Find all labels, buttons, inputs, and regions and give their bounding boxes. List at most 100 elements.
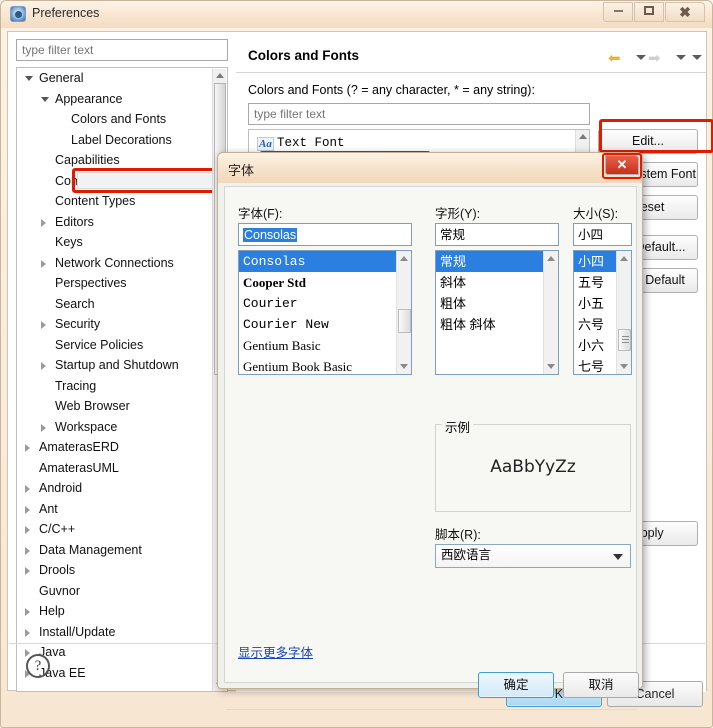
font-size-scrollbar[interactable] — [616, 251, 631, 374]
font-size-option[interactable]: 七号 — [574, 356, 617, 374]
font-family-listbox[interactable]: Consolas Cooper Std Courier Courier New Gent… — [238, 250, 412, 375]
font-size-option[interactable]: 六号 — [574, 314, 617, 335]
chevron-right-icon[interactable] — [25, 567, 30, 575]
chevron-right-icon[interactable] — [25, 608, 30, 616]
sidebar-item-android[interactable]: Android — [17, 478, 227, 499]
forward-arrow-icon[interactable]: ➡ — [648, 49, 661, 67]
chevron-right-icon[interactable] — [25, 485, 30, 493]
font-family-option[interactable]: Courier New — [239, 314, 397, 335]
window-titlebar[interactable]: Preferences ✖ — [1, 1, 712, 28]
font-family-scrollbar[interactable] — [396, 251, 411, 374]
colors-fonts-filter-input[interactable] — [248, 103, 590, 125]
font-style-scrollbar[interactable] — [543, 251, 558, 374]
sidebar-item-install-update[interactable]: Install/Update — [17, 622, 227, 643]
scroll-up-icon[interactable] — [547, 256, 555, 261]
back-history-chevron-down-icon[interactable] — [636, 55, 646, 60]
sidebar-item-startup-and-shutdown[interactable]: Startup and Shutdown — [17, 355, 227, 376]
chevron-right-icon[interactable] — [41, 259, 46, 268]
font-family-option[interactable]: Gentium Basic — [239, 335, 397, 356]
font-family-scroll-thumb[interactable] — [398, 309, 411, 333]
sidebar-item-network-connections[interactable]: Network Connections — [17, 253, 227, 274]
font-style-option[interactable]: 斜体 — [436, 272, 544, 293]
show-more-fonts-link[interactable]: 显示更多字体 — [238, 642, 313, 661]
tree-row-text-font[interactable]: Text Font — [277, 136, 345, 150]
font-dialog-titlebar[interactable]: 字体 ✕ — [218, 153, 642, 183]
preferences-tree[interactable]: General Appearance Colors and Fonts Label D… — [16, 67, 228, 692]
sidebar-item-perspectives[interactable]: Perspectives — [17, 273, 227, 294]
font-dialog-cancel-button[interactable]: 取消 — [563, 672, 639, 698]
sidebar-item-data-management[interactable]: Data Management — [17, 540, 227, 561]
sidebar-item-ant[interactable]: Ant — [17, 499, 227, 520]
chevron-right-icon[interactable] — [41, 423, 46, 432]
sidebar-item-drools[interactable]: Drools — [17, 560, 227, 581]
chevron-right-icon[interactable] — [41, 321, 46, 329]
sidebar-item-content-types[interactable]: Content Types — [17, 191, 227, 212]
font-size-listbox[interactable]: 小四五号小五六号小六七号八号 — [573, 250, 632, 375]
sidebar-item-amateraserd[interactable]: AmaterasERD — [17, 437, 227, 458]
chevron-right-icon[interactable] — [25, 505, 30, 514]
scroll-up-icon[interactable] — [579, 134, 587, 139]
font-dialog-ok-button[interactable]: 确定 — [478, 672, 554, 698]
scroll-thumb-grip-icon — [622, 336, 629, 344]
sidebar-item-amaterasuml[interactable]: AmaterasUML — [17, 458, 227, 479]
sidebar-item-guvnor[interactable]: Guvnor — [17, 581, 227, 602]
font-family-option[interactable]: Cooper Std — [239, 272, 397, 293]
font-size-option[interactable]: 小四 — [574, 251, 617, 272]
chevron-down-icon[interactable] — [41, 96, 49, 102]
sidebar-item-security[interactable]: Security — [17, 314, 227, 335]
sidebar-item-label: AmaterasUML — [39, 460, 119, 475]
font-family-input[interactable]: Consolas — [238, 223, 412, 246]
scroll-up-icon[interactable] — [400, 256, 408, 261]
chevron-right-icon[interactable] — [25, 444, 30, 452]
sidebar-item-workspace[interactable]: Workspace — [17, 417, 227, 438]
font-style-input[interactable]: 常规 — [435, 223, 559, 246]
font-size-option[interactable]: 五号 — [574, 272, 617, 293]
chevron-right-icon[interactable] — [25, 649, 30, 657]
font-style-listbox[interactable]: 常规 斜体 粗体 粗体 斜体 — [435, 250, 559, 375]
chevron-right-icon[interactable] — [25, 526, 30, 534]
font-family-option[interactable]: Gentium Book Basic — [239, 356, 397, 374]
sidebar-item-c-c[interactable]: C/C++ — [17, 519, 227, 540]
font-family-option[interactable]: Courier — [239, 293, 397, 314]
sidebar-item-tracing[interactable]: Tracing — [17, 376, 227, 397]
sidebar-item-colors-and-fonts[interactable]: Colors and Fonts — [17, 109, 227, 130]
sidebar-item-service-policies[interactable]: Service Policies — [17, 335, 227, 356]
minimize-icon — [613, 10, 623, 12]
font-size-input[interactable]: 小四 — [573, 223, 632, 246]
chevron-right-icon[interactable] — [41, 362, 46, 370]
font-size-option[interactable]: 小五 — [574, 293, 617, 314]
scroll-down-icon[interactable] — [620, 364, 628, 369]
maximize-button[interactable] — [634, 2, 664, 22]
sidebar-item-web-browser[interactable]: Web Browser — [17, 396, 227, 417]
forward-history-chevron-down-icon[interactable] — [676, 55, 686, 60]
font-family-option[interactable]: Consolas — [239, 251, 397, 272]
chevron-down-icon[interactable] — [25, 76, 33, 81]
chevron-right-icon[interactable] — [25, 628, 30, 637]
scroll-down-icon[interactable] — [547, 364, 555, 369]
script-dropdown[interactable]: 西欧语言 — [435, 544, 631, 568]
view-menu-chevron-down-icon[interactable] — [692, 55, 702, 60]
chevron-right-icon[interactable] — [25, 546, 30, 555]
sidebar-item-appearance[interactable]: Appearance — [17, 89, 227, 110]
font-style-option[interactable]: 常规 — [436, 251, 544, 272]
font-size-scroll-thumb[interactable] — [618, 329, 631, 351]
sidebar-item-help[interactable]: Help — [17, 601, 227, 622]
help-icon[interactable]: ? — [26, 654, 50, 678]
scroll-up-icon[interactable] — [620, 256, 628, 261]
sidebar-item-label: Tracing — [55, 378, 97, 393]
sidebar-item-search[interactable]: Search — [17, 294, 227, 315]
chevron-right-icon[interactable] — [41, 218, 46, 227]
scroll-down-icon[interactable] — [400, 364, 408, 369]
sidebar-item-label-decorations[interactable]: Label Decorations — [17, 130, 227, 151]
font-style-option[interactable]: 粗体 斜体 — [436, 314, 544, 335]
scroll-up-icon[interactable] — [216, 73, 224, 78]
close-button[interactable]: ✖ — [665, 2, 705, 22]
sidebar-item-editors[interactable]: Editors — [17, 212, 227, 233]
font-style-option[interactable]: 粗体 — [436, 293, 544, 314]
sidebar-item-general[interactable]: General — [17, 68, 227, 89]
minimize-button[interactable] — [603, 2, 633, 22]
font-size-option[interactable]: 小六 — [574, 335, 617, 356]
sidebar-filter-input[interactable] — [16, 39, 228, 61]
back-arrow-icon[interactable]: ⬅ — [608, 49, 621, 67]
sidebar-item-keys[interactable]: Keys — [17, 232, 227, 253]
